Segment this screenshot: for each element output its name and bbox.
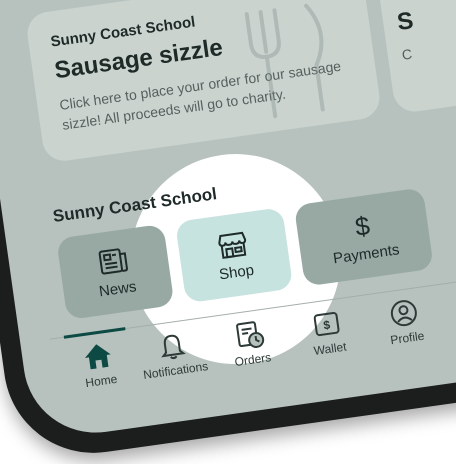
sausage-sizzle-card[interactable]: Sunny Coast School Sausage sizzle Click …: [24, 0, 383, 164]
svg-text:$: $: [353, 210, 372, 241]
svg-text:$: $: [322, 318, 331, 333]
nav-wallet[interactable]: $ Wallet: [285, 305, 371, 362]
active-tab-indicator: [63, 327, 126, 339]
next-card-peek[interactable]: S C: [375, 0, 456, 115]
nav-home[interactable]: Home: [56, 337, 142, 394]
shop-tile-label: Shop: [217, 261, 256, 283]
nav-profile[interactable]: Profile: [362, 294, 448, 351]
news-tile-label: News: [97, 277, 138, 300]
phone-mockup: Sunny Coast School Sausage sizzle Click …: [0, 0, 456, 464]
news-tile[interactable]: News: [56, 223, 175, 321]
payments-tile-label: Payments: [332, 240, 401, 267]
app-screen: Sunny Coast School Sausage sizzle Click …: [0, 0, 456, 442]
newspaper-icon: [97, 245, 131, 277]
shop-tile[interactable]: Shop: [174, 207, 294, 304]
peek-card-text: C: [400, 45, 414, 63]
fork-knife-icon: [226, 0, 352, 126]
payments-tile[interactable]: $ Payments: [293, 187, 434, 287]
storefront-icon: [216, 228, 250, 260]
peek-card-title: S: [395, 7, 416, 37]
nav-orders[interactable]: Orders: [208, 315, 294, 372]
dollar-icon: $: [347, 210, 377, 241]
nav-notifications[interactable]: Notifications: [131, 326, 217, 383]
